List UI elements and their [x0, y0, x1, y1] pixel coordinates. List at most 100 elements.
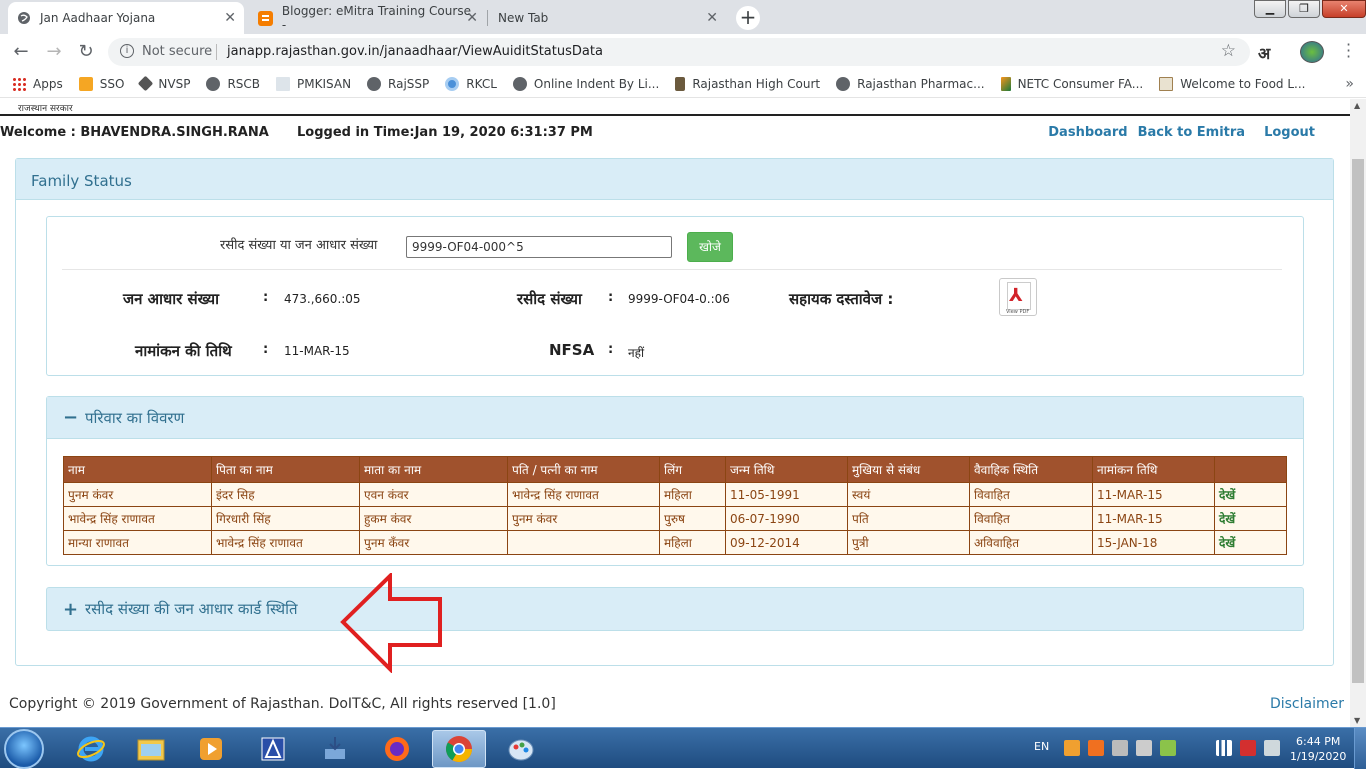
- file-explorer-icon[interactable]: [124, 730, 178, 768]
- tray-tool-icon[interactable]: [1088, 740, 1104, 756]
- table-cell: पुरुष: [659, 506, 726, 531]
- reload-icon[interactable]: ↻: [74, 40, 98, 64]
- family-details-header[interactable]: − परिवार का विवरण: [47, 397, 1303, 439]
- column-header: पिता का नाम: [211, 456, 360, 483]
- netc-icon: [1000, 76, 1011, 91]
- view-link[interactable]: देखें: [1214, 482, 1287, 507]
- view-link[interactable]: देखें: [1214, 530, 1287, 555]
- minimize-button[interactable]: ▁: [1254, 0, 1286, 18]
- app-a-icon[interactable]: [246, 730, 300, 768]
- bookmark-netc[interactable]: NETC Consumer FA...: [1000, 76, 1143, 91]
- url-text[interactable]: janapp.rajasthan.gov.in/janaadhaar/ViewA…: [227, 44, 603, 59]
- table-cell: 11-05-1991: [725, 482, 848, 507]
- tray-usb-icon[interactable]: [1112, 740, 1128, 756]
- media-player-icon[interactable]: [184, 730, 238, 768]
- rkcl-icon: [445, 76, 460, 91]
- back-to-emitra-link[interactable]: Back to Emitra: [1138, 125, 1246, 140]
- collapse-minus-icon[interactable]: −: [63, 407, 78, 428]
- supporting-docs-label: सहायक दस्तावेज :: [789, 290, 894, 308]
- bookmark-rkcl[interactable]: RKCL: [445, 76, 497, 91]
- bookmark-rajasthan-pharmacy[interactable]: Rajasthan Pharmac...: [836, 76, 985, 91]
- bookmark-rajasthan-high-court[interactable]: Rajasthan High Court: [675, 76, 820, 91]
- column-header: मुखिया से संबंध: [847, 456, 970, 483]
- view-link[interactable]: देखें: [1214, 506, 1287, 531]
- disclaimer-link[interactable]: Disclaimer: [1270, 696, 1344, 712]
- bookmark-star-icon[interactable]: ☆: [1221, 41, 1236, 61]
- bookmark-rscb[interactable]: RSCB: [206, 76, 260, 91]
- installer-icon[interactable]: [308, 730, 362, 768]
- bookmark-online-indent[interactable]: Online Indent By Li...: [512, 76, 659, 91]
- tab-blogger[interactable]: Blogger: eMitra Training Course - ✕: [250, 2, 486, 34]
- bookmark-sso[interactable]: SSO: [78, 76, 124, 91]
- welcome-text: Welcome : BHAVENDRA.SINGH.RANA: [0, 125, 269, 140]
- address-bar[interactable]: i Not secure janapp.rajasthan.gov.in/jan…: [108, 38, 1250, 66]
- kebab-menu-icon[interactable]: · · ·: [1346, 37, 1351, 65]
- view-pdf-icon[interactable]: ⅄ View PDF: [999, 278, 1037, 316]
- column-header: जन्म तिथि: [725, 456, 848, 483]
- bookmarks-bar: Apps SSO NVSP RSCB PMKISAN RajSSP RKCL O…: [0, 70, 1366, 98]
- tray-signal-icon[interactable]: [1160, 740, 1176, 756]
- receipt-search-input[interactable]: [406, 236, 672, 258]
- close-window-button[interactable]: ✕: [1322, 0, 1366, 18]
- info-icon[interactable]: i: [120, 44, 134, 58]
- bookmark-apps[interactable]: Apps: [12, 76, 63, 91]
- bookmark-nvsp[interactable]: NVSP: [138, 75, 190, 92]
- new-tab-button[interactable]: +: [736, 6, 760, 30]
- logout-link[interactable]: Logout: [1264, 125, 1315, 140]
- internet-explorer-icon[interactable]: [64, 730, 118, 768]
- annotation-arrow-icon: [340, 573, 442, 673]
- network-bars-icon[interactable]: [1216, 740, 1232, 756]
- tab-jan-aadhaar[interactable]: Jan Aadhaar Yojana ✕: [8, 2, 244, 34]
- nfsa-label: NFSA: [549, 341, 595, 359]
- bookmark-label: RKCL: [466, 76, 497, 91]
- volume-icon[interactable]: [1264, 740, 1280, 756]
- close-tab-icon[interactable]: ✕: [706, 10, 718, 26]
- top-links: Dashboard Back to Emitra Logout: [1038, 125, 1315, 140]
- document-icon: [276, 76, 291, 91]
- dashboard-link[interactable]: Dashboard: [1048, 125, 1127, 140]
- table-row: मान्या राणावत भावेन्द्र सिंह राणावत पुनम…: [63, 530, 1287, 555]
- tray-app-icon[interactable]: [1064, 740, 1080, 756]
- expand-plus-icon[interactable]: +: [63, 599, 78, 620]
- firefox-icon[interactable]: [370, 730, 424, 768]
- back-arrow-icon[interactable]: ←: [9, 40, 33, 64]
- scroll-up-arrow-icon[interactable]: ▲: [1354, 101, 1360, 110]
- paint-icon[interactable]: [494, 730, 548, 768]
- close-tab-icon[interactable]: ✕: [224, 10, 236, 26]
- close-tab-icon[interactable]: ✕: [466, 10, 478, 26]
- bookmark-label: Apps: [33, 76, 63, 91]
- show-desktop-button[interactable]: [1354, 728, 1366, 769]
- bookmarks-overflow-button[interactable]: »: [1345, 76, 1354, 92]
- language-indicator[interactable]: EN: [1034, 740, 1049, 753]
- nvsp-icon: [138, 75, 154, 92]
- sso-icon: [78, 76, 93, 91]
- bookmark-rajssp[interactable]: RajSSP: [367, 76, 429, 91]
- table-header-row: नाम पिता का नाम माता का नाम पति / पत्नी …: [63, 456, 1287, 483]
- bookmark-food[interactable]: Welcome to Food L...: [1159, 76, 1306, 91]
- table-cell: भावेन्द्र सिंह राणावत: [63, 506, 212, 531]
- start-button[interactable]: [4, 729, 44, 769]
- table-cell: भावेन्द्र सिंह राणावत: [507, 482, 660, 507]
- enrollment-date-label: नामांकन की तिथि: [135, 342, 232, 360]
- receipt-card-status-title: रसीद संख्या की जन आधार कार्ड स्थिति: [85, 600, 298, 618]
- profile-avatar-icon[interactable]: [1300, 41, 1324, 63]
- bookmark-pmkisan[interactable]: PMKISAN: [276, 76, 351, 91]
- search-button[interactable]: खोजे: [687, 232, 733, 262]
- action-center-flag-icon[interactable]: [1240, 740, 1256, 756]
- table-cell: इंदर सिह: [211, 482, 360, 507]
- maximize-button[interactable]: ❐: [1288, 0, 1320, 18]
- tab-new-tab[interactable]: New Tab ✕: [490, 2, 726, 34]
- scroll-thumb[interactable]: [1352, 159, 1364, 683]
- security-status[interactable]: Not secure: [142, 44, 212, 59]
- scroll-down-arrow-icon[interactable]: ▼: [1354, 716, 1360, 725]
- tray-device-icon[interactable]: [1136, 740, 1152, 756]
- column-header: [1214, 456, 1287, 483]
- page-scrollbar[interactable]: ▲ ▼: [1350, 99, 1366, 727]
- chrome-icon[interactable]: [432, 730, 486, 768]
- forward-arrow-icon[interactable]: →: [42, 40, 66, 64]
- table-cell: पति: [847, 506, 970, 531]
- clock[interactable]: 6:44 PM 1/19/2020: [1290, 734, 1346, 764]
- receipt-card-status-section[interactable]: + रसीद संख्या की जन आधार कार्ड स्थिति: [46, 587, 1304, 631]
- table-row: पुनम कंवर इंदर सिह एवन कंवर भावेन्द्र सि…: [63, 482, 1287, 507]
- hindi-input-extension-icon[interactable]: अ: [1258, 42, 1270, 64]
